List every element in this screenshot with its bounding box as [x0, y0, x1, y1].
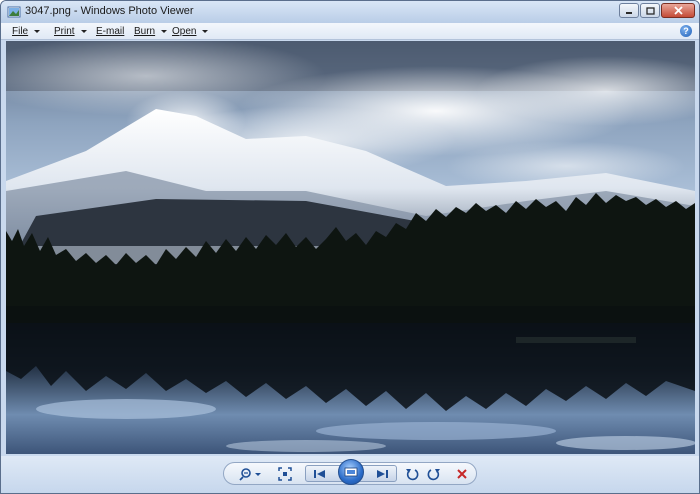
close-button[interactable]	[661, 3, 695, 18]
delete-icon	[457, 469, 467, 479]
slideshow-button[interactable]	[338, 459, 364, 485]
previous-button[interactable]	[309, 466, 331, 481]
minimize-icon	[626, 11, 632, 14]
previous-icon	[314, 469, 325, 478]
menu-bar: File Print E-mail Burn Open	[1, 23, 699, 40]
fit-window-button[interactable]	[276, 466, 294, 482]
maximize-button[interactable]	[640, 3, 660, 18]
help-icon: ?	[683, 26, 689, 36]
menu-burn-label: Burn	[134, 25, 156, 37]
delete-button[interactable]	[453, 466, 471, 482]
rotate-cw-icon	[427, 469, 440, 481]
chevron-down-icon	[202, 29, 209, 33]
menu-burn[interactable]: Burn	[134, 24, 168, 38]
window-title: 3047.png - Windows Photo Viewer	[25, 5, 194, 17]
slideshow-icon	[344, 467, 358, 477]
photo-viewer-window: 3047.png - Windows Photo Viewer File Pri…	[0, 0, 700, 494]
chevron-down-icon	[161, 29, 168, 33]
chevron-down-icon	[34, 29, 41, 33]
mountain-lake-photo	[6, 41, 695, 454]
minimize-button[interactable]	[619, 3, 639, 18]
fit-window-icon	[278, 467, 292, 481]
menu-print[interactable]: Print	[54, 24, 87, 38]
close-icon	[673, 6, 683, 15]
help-button[interactable]: ?	[680, 25, 692, 37]
photo-display[interactable]	[6, 41, 695, 454]
zoom-button[interactable]	[237, 466, 263, 482]
rotate-ccw-icon	[406, 469, 419, 481]
title-bar[interactable]: 3047.png - Windows Photo Viewer	[1, 1, 699, 23]
menu-open-label: Open	[172, 25, 197, 37]
menu-print-label: Print	[54, 25, 75, 37]
menu-email[interactable]: E-mail	[96, 24, 124, 38]
menu-file-label: File	[12, 25, 29, 37]
window-controls	[619, 3, 695, 18]
next-icon	[377, 469, 388, 478]
bottom-toolbar	[1, 456, 699, 493]
menu-email-label: E-mail	[96, 25, 125, 37]
next-button[interactable]	[371, 466, 393, 481]
menu-file[interactable]: File	[12, 24, 41, 38]
maximize-icon	[645, 6, 655, 15]
rotate-counterclockwise-button[interactable]	[403, 466, 421, 482]
chevron-down-icon	[80, 29, 87, 33]
rotate-clockwise-button[interactable]	[425, 466, 443, 482]
zoom-icon	[239, 468, 261, 481]
photo-viewer-app-icon	[7, 6, 21, 18]
menu-open[interactable]: Open	[172, 24, 209, 38]
